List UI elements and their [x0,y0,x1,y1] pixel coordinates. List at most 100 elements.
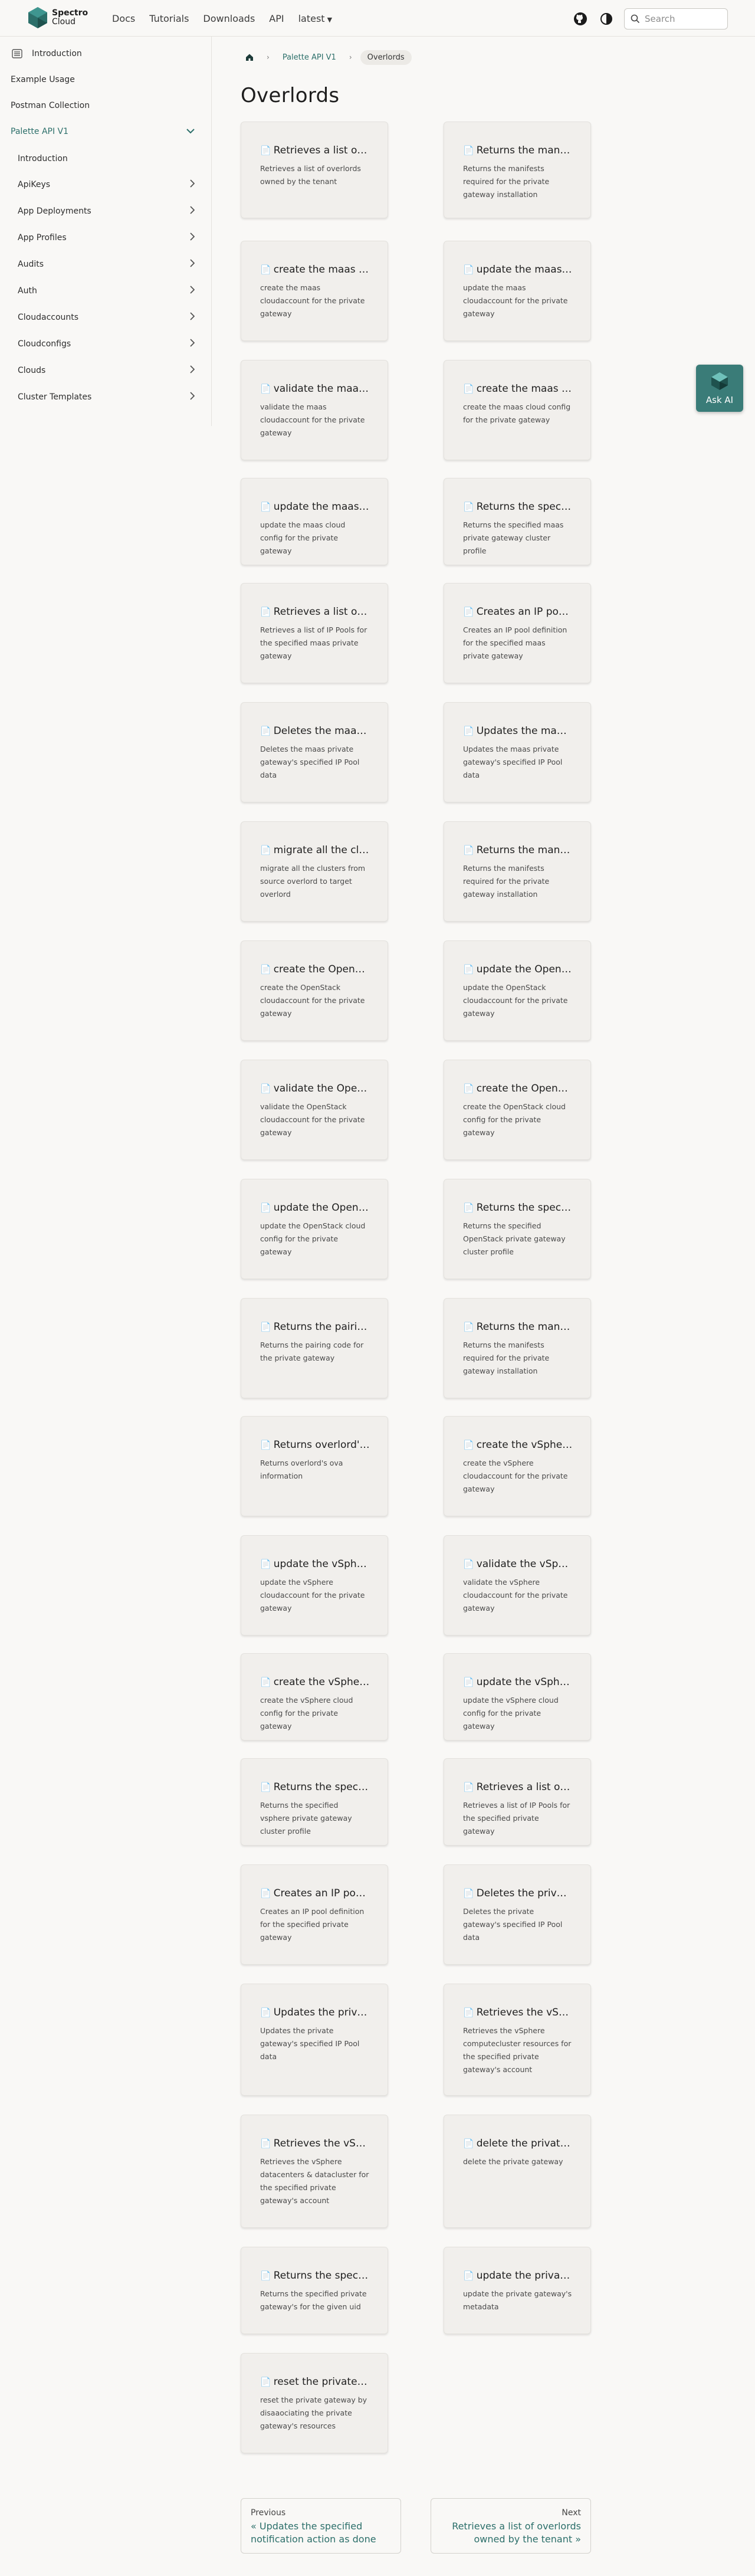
chevron-right-icon[interactable] [190,206,195,217]
chevron-right-icon[interactable] [190,179,195,190]
card-description: Updates the private gateway's specified … [260,2026,360,2061]
chevron-right-icon[interactable] [190,286,195,296]
version-dropdown[interactable]: latest ▼ [298,13,332,24]
search-icon [631,14,640,24]
endpoint-card[interactable]: 📄update the OpenStack cloud update the Op… [241,1179,388,1279]
endpoint-card[interactable]: 📄Returns overlord's ova Returns overlord'… [241,1416,388,1516]
endpoint-card[interactable]: 📄Returns the manifests Returns the manife… [444,1298,591,1398]
nav-api-link[interactable]: API [269,13,284,24]
endpoint-card[interactable]: 📄create the maas cloudaccount create the … [241,241,388,341]
github-link[interactable] [572,11,589,27]
endpoint-card[interactable]: 📄Updates the maas private Updates the maa… [444,702,591,802]
chevron-right-icon[interactable] [190,312,195,323]
endpoint-card[interactable]: 📄create the OpenStack cloud create the Op… [444,1060,591,1160]
document-icon: 📄 [260,264,271,275]
endpoint-card[interactable]: 📄create the vSphere cloud config create t… [241,1653,388,1741]
sidebar-item-palette-api-v1[interactable]: Palette API V1 [11,122,203,142]
endpoint-card[interactable]: 📄delete the private gateway delete the pr… [444,2115,591,2228]
sidebar-item-cluster-templates[interactable]: Cluster Templates [18,387,203,407]
search-bar[interactable] [624,8,728,30]
brand-logo[interactable]: Spectro Cloud [27,6,88,30]
sidebar-item-postman-collection[interactable]: Postman Collection [11,96,203,116]
card-description: Returns the specified vsphere private ga… [260,1801,352,1836]
chevron-right-icon[interactable] [190,339,195,349]
endpoint-card[interactable]: 📄 Returns the specified Returns the specif… [241,2247,388,2334]
endpoint-card[interactable]: 📄Deletes the maas private Deletes the maa… [241,702,388,802]
sidebar-item-auth[interactable]: Auth [18,281,203,301]
endpoint-card[interactable]: 📄Creates an IP pool definition Creates an… [241,1864,388,1965]
chevron-right-icon[interactable] [190,365,195,376]
card-title: 📄 Returns the specified [260,2270,370,2282]
search-input[interactable] [645,14,715,24]
endpoint-card[interactable]: 📄validate the maas cloudaccount validate … [241,360,388,460]
breadcrumb-palette-api-v1[interactable]: Palette API V1 [278,50,341,65]
nav-tutorials-link[interactable]: Tutorials [149,13,189,24]
sidebar-item-app-deployments[interactable]: App Deployments [18,201,203,221]
brand-line-1: Spectro [52,8,88,18]
sidebar-item-label: Clouds [18,366,46,375]
nav-downloads-link[interactable]: Downloads [203,13,255,24]
pager-previous-link[interactable]: Previous « Updates the specified notific… [241,2498,401,2554]
card-description: create the OpenStack cloudaccount for th… [260,983,365,1018]
chevron-right-icon[interactable] [190,392,195,402]
endpoint-card[interactable]: 📄Retrieves the vSphere Retrieves the vSph… [241,2115,388,2228]
card-description: Retrieves a list of IP Pools for the spe… [463,1801,570,1836]
endpoint-card[interactable]: 📄Returns the specified maas Returns the s… [444,478,591,565]
sidebar-item-clouds[interactable]: Clouds [18,360,203,381]
endpoint-card[interactable]: 📄update the maas cloud config update the … [241,478,388,565]
endpoint-card[interactable]: 📄Retrieves a list of IP Pools Retrieves a… [241,583,388,683]
endpoint-card[interactable]: 📄Retrieves the vSphere Retrieves the vSph… [444,1984,591,2096]
endpoint-card[interactable]: 📄create the vSphere cloudaccount create t… [444,1416,591,1516]
endpoint-card[interactable]: 📄Returns the pairing code Returns the pai… [241,1298,388,1398]
nav-docs-link[interactable]: Docs [112,13,135,24]
ask-ai-button[interactable]: Ask AI [696,365,743,412]
card-description: update the maas cloud config for the pri… [260,520,346,555]
endpoint-card[interactable]: 📄reset the private gateway reset the priv… [241,2353,388,2453]
endpoint-card[interactable]: 📄update the OpenStack update the OpenStac… [444,940,591,1041]
endpoint-card[interactable]: 📄Creates an IP pool definition Creates an… [444,583,591,683]
endpoint-card[interactable]: 📄Deletes the private gateway's Deletes th… [444,1864,591,1965]
document-icon: 📄 [463,2138,474,2149]
endpoint-card[interactable]: 📄migrate all the clusters migrate all the… [241,821,388,922]
endpoint-card[interactable]: 📄Retrieves a list of IP Pools Retrieves a… [444,1758,591,1846]
endpoint-card[interactable]: 📄create the OpenStack create the OpenStac… [241,940,388,1041]
sidebar-item-cloudconfigs[interactable]: Cloudconfigs [18,334,203,354]
document-icon: 📄 [260,845,271,856]
card-title: 📄Retrieves a list of IP Pools [463,1781,573,1793]
sidebar-item-cloudaccounts[interactable]: Cloudaccounts [18,307,203,327]
chevron-right-icon[interactable] [190,232,195,243]
breadcrumb-home[interactable] [241,50,258,65]
endpoint-card[interactable]: 📄update the maas cloudaccount update the … [444,241,591,341]
card-title: 📄Retrieves a list of overlords [260,145,370,156]
card-description: Updates the maas private gateway's speci… [463,745,563,779]
sidebar-item-introduction[interactable]: Introduction [11,44,203,64]
document-icon: 📄 [463,845,474,856]
sidebar-item-example-usage[interactable]: Example Usage [11,70,203,90]
endpoint-card[interactable]: 📄Returns the manifests Returns the manife… [444,821,591,922]
spectro-cloud-logo-icon [711,372,728,390]
card-description: migrate all the clusters from source ove… [260,864,366,899]
endpoint-card[interactable]: 📄 Returns the specified Returns the specif… [444,1179,591,1279]
card-title: 📄Updates the private gateway's [260,2007,370,2018]
card-title: 📄update the vSphere cloudaccount [260,1558,370,1570]
endpoint-card[interactable]: 📄update the vSphere cloudaccount update t… [241,1535,388,1636]
theme-toggle[interactable] [598,11,615,27]
endpoint-card[interactable]: 📄validate the vSphere cloudaccount valida… [444,1535,591,1636]
endpoint-card[interactable]: 📄create the maas cloud config create the … [444,360,591,460]
chevron-down-icon[interactable] [186,127,195,136]
endpoint-card[interactable]: 📄update the private gateway update the pr… [444,2247,591,2334]
endpoint-card[interactable]: 📄Updates the private gateway's Updates th… [241,1984,388,2096]
endpoint-card[interactable]: 📄update the vSphere cloud config update t… [444,1653,591,1741]
card-description: Creates an IP pool definition for the sp… [463,625,567,660]
endpoint-card[interactable]: 📄validate the OpenStack validate the Open… [241,1060,388,1160]
sidebar-item-api-introduction[interactable]: Introduction [18,149,203,169]
endpoint-card[interactable]: 📄Returns the manifests Returns the manife… [444,122,591,218]
pager-next-link[interactable]: Next Retrieves a list of overlords owned… [431,2498,591,2554]
endpoint-card[interactable]: 📄Retrieves a list of overlords Retrieves … [241,122,388,218]
sidebar-item-audits[interactable]: Audits [18,254,203,274]
card-title: 📄Returns the manifests [463,1321,573,1333]
endpoint-card[interactable]: 📄Returns the specified vsphere Returns th… [241,1758,388,1846]
sidebar-item-apikeys[interactable]: ApiKeys [18,175,203,195]
sidebar-item-app-profiles[interactable]: App Profiles [18,228,203,248]
chevron-right-icon[interactable] [190,259,195,270]
